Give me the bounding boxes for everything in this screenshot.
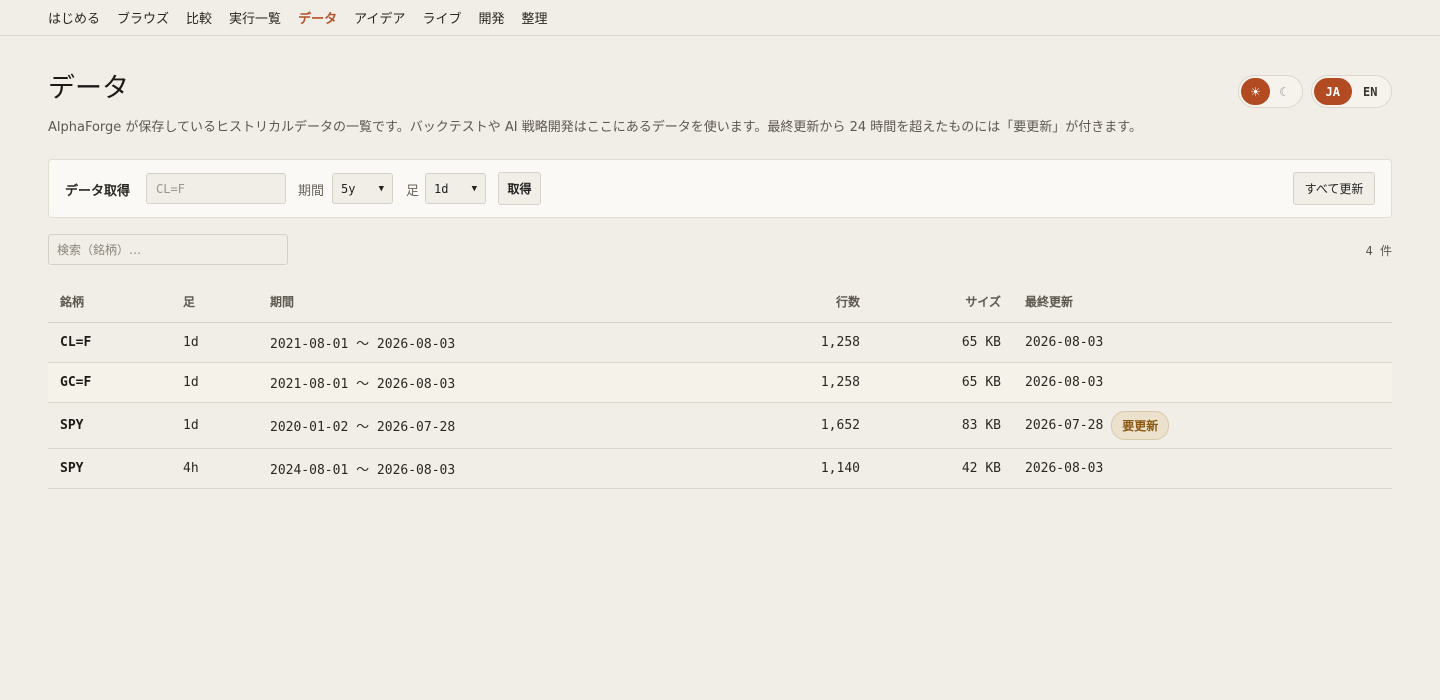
- cell-interval: 1d: [171, 362, 258, 403]
- column-header-period[interactable]: 期間: [258, 282, 678, 323]
- interval-label: 足: [406, 184, 420, 199]
- nav-item-dev[interactable]: 開発: [478, 8, 504, 27]
- updated-date: 2026-08-03: [1025, 374, 1104, 390]
- fetch-panel: データ取得 期間 5y ▼ 足 1d ▼ 取得 すべて更新: [48, 159, 1392, 218]
- cell-interval: 1d: [171, 322, 258, 363]
- language-toggle: JA EN: [1311, 75, 1392, 108]
- cell-updated: 2026-07-28 要更新: [1013, 402, 1392, 449]
- cell-size: 42 KB: [872, 448, 1013, 489]
- interval-select-value: 1d: [434, 181, 449, 196]
- cell-updated: 2026-08-03: [1013, 322, 1392, 363]
- nav-item-browse[interactable]: ブラウズ: [117, 8, 169, 27]
- column-header-updated[interactable]: 最終更新: [1013, 282, 1392, 323]
- cell-interval: 4h: [171, 448, 258, 489]
- cell-rows: 1,652: [678, 402, 872, 449]
- table-header-row: 銘柄 足 期間 行数 サイズ 最終更新: [48, 282, 1392, 323]
- cell-symbol: GC=F: [48, 362, 171, 403]
- nav-item-compare[interactable]: 比較: [186, 8, 212, 27]
- sun-icon[interactable]: ☀: [1241, 78, 1270, 105]
- nav-item-runs[interactable]: 実行一覧: [229, 8, 281, 27]
- cell-period: 2021-08-01 〜 2026-08-03: [258, 362, 678, 403]
- column-header-size[interactable]: サイズ: [872, 282, 1013, 323]
- cell-interval: 1d: [171, 402, 258, 449]
- search-input[interactable]: [48, 234, 288, 265]
- column-header-interval[interactable]: 足: [171, 282, 258, 323]
- theme-toggle: ☀ ☾: [1238, 75, 1303, 108]
- updated-date: 2026-08-03: [1025, 460, 1104, 476]
- cell-symbol: CL=F: [48, 322, 171, 363]
- cell-period: 2021-08-01 〜 2026-08-03: [258, 322, 678, 363]
- cell-period: 2020-01-02 〜 2026-07-28: [258, 402, 678, 449]
- updated-date: 2026-07-28: [1025, 417, 1104, 433]
- cell-symbol: SPY: [48, 402, 171, 449]
- cell-symbol: SPY: [48, 448, 171, 489]
- result-count: 4 件: [1365, 244, 1392, 258]
- table-row[interactable]: GC=F 1d 2021-08-01 〜 2026-08-03 1,258 65…: [48, 362, 1392, 403]
- fetch-button[interactable]: 取得: [498, 172, 541, 205]
- cell-rows: 1,140: [678, 448, 872, 489]
- cell-size: 83 KB: [872, 402, 1013, 449]
- top-nav: はじめる ブラウズ 比較 実行一覧 データ アイデア ライブ 開発 整理: [0, 0, 1440, 36]
- cell-rows: 1,258: [678, 322, 872, 363]
- lang-en-button[interactable]: EN: [1352, 78, 1390, 105]
- symbol-input[interactable]: [146, 173, 286, 204]
- table-row[interactable]: SPY 1d 2020-01-02 〜 2026-07-28 1,652 83 …: [48, 402, 1392, 449]
- needs-update-badge: 要更新: [1111, 410, 1170, 440]
- period-label: 期間: [298, 184, 325, 199]
- interval-select[interactable]: 1d ▼: [425, 173, 486, 204]
- nav-item-ideas[interactable]: アイデア: [354, 8, 405, 27]
- column-header-rows[interactable]: 行数: [678, 282, 872, 323]
- cell-size: 65 KB: [872, 322, 1013, 363]
- table-row[interactable]: SPY 4h 2024-08-01 〜 2026-08-03 1,140 42 …: [48, 448, 1392, 489]
- data-table: 銘柄 足 期間 行数 サイズ 最終更新 CL=F 1d 2021-08-01 〜…: [48, 282, 1392, 489]
- updated-date: 2026-08-03: [1025, 334, 1104, 350]
- chevron-down-icon: ▼: [471, 183, 477, 194]
- period-select-value: 5y: [341, 181, 356, 196]
- column-header-symbol[interactable]: 銘柄: [48, 282, 171, 323]
- lang-ja-button[interactable]: JA: [1314, 78, 1352, 105]
- cell-updated: 2026-08-03: [1013, 448, 1392, 489]
- cell-size: 65 KB: [872, 362, 1013, 403]
- nav-item-organize[interactable]: 整理: [521, 8, 547, 27]
- page-description: AlphaForge が保存しているヒストリカルデータの一覧です。バックテストや…: [48, 120, 1142, 135]
- moon-icon[interactable]: ☾: [1270, 78, 1299, 105]
- nav-item-data[interactable]: データ: [298, 8, 337, 27]
- chevron-down-icon: ▼: [378, 183, 384, 194]
- period-select[interactable]: 5y ▼: [332, 173, 393, 204]
- nav-item-live[interactable]: ライブ: [422, 8, 461, 27]
- cell-rows: 1,258: [678, 362, 872, 403]
- table-row[interactable]: CL=F 1d 2021-08-01 〜 2026-08-03 1,258 65…: [48, 322, 1392, 363]
- refresh-all-button[interactable]: すべて更新: [1293, 172, 1375, 205]
- page-title: データ: [48, 73, 129, 104]
- fetch-panel-title: データ取得: [65, 184, 131, 199]
- cell-period: 2024-08-01 〜 2026-08-03: [258, 448, 678, 489]
- cell-updated: 2026-08-03: [1013, 362, 1392, 403]
- nav-item-start[interactable]: はじめる: [48, 8, 100, 27]
